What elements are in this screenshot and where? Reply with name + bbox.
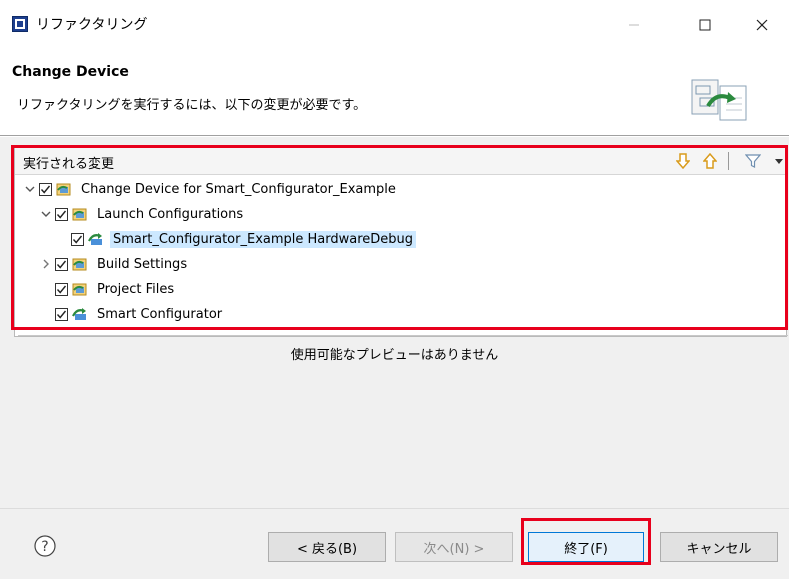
refactor-app-icon [12, 16, 28, 32]
next-change-button[interactable] [673, 151, 693, 171]
close-button[interactable] [740, 8, 784, 42]
tree-item-label: Project Files [97, 281, 175, 297]
tree-item-label: Change Device for Smart_Configurator_Exa… [81, 181, 396, 197]
refactoring-wizard-image [691, 79, 747, 121]
chevron-down-icon[interactable] [23, 182, 37, 196]
launch-config-icon [72, 206, 88, 222]
tree-checkbox[interactable] [55, 307, 68, 321]
maximize-icon [699, 19, 711, 31]
debug-config-icon [88, 231, 104, 247]
tree-item-label: Build Settings [97, 256, 188, 272]
chevron-right-icon[interactable] [39, 257, 53, 271]
button-bar: ? < 戻る(B) 次へ(N) > 終了(F) キャンセル [0, 508, 789, 579]
wizard-body: 実行される変更 Change Device for Smart_Configur… [0, 137, 789, 508]
svg-text:?: ? [41, 539, 48, 555]
tree-checkbox[interactable] [39, 182, 52, 196]
preview-message: 使用可能なプレビューはありません [290, 348, 499, 363]
tree-checkbox[interactable] [55, 257, 68, 271]
changes-panel: 実行される変更 Change Device for Smart_Configur… [14, 146, 787, 337]
close-icon [756, 19, 768, 31]
project-change-icon [56, 181, 72, 197]
next-button[interactable]: 次へ(N) > [395, 532, 513, 562]
arrow-down-icon [676, 153, 690, 169]
page-message: リファクタリングを実行するには、以下の変更が必要です。 [17, 98, 367, 113]
chevron-down-icon[interactable] [39, 207, 53, 221]
finish-button[interactable]: 終了(F) [528, 532, 644, 562]
project-files-icon [72, 281, 88, 297]
page-title: Change Device [12, 64, 129, 80]
smart-configurator-icon [72, 306, 88, 322]
tree-item[interactable]: Smart Configurator [39, 302, 225, 326]
previous-change-button[interactable] [700, 151, 720, 171]
arrow-up-icon [703, 153, 717, 169]
chevron-down-icon [775, 159, 783, 164]
preview-divider [18, 335, 788, 336]
back-button[interactable]: < 戻る(B) [268, 532, 386, 562]
filter-button[interactable] [743, 151, 763, 171]
tree-item[interactable]: Smart_Configurator_Example HardwareDebug [71, 227, 417, 251]
title-bar: リファクタリング [0, 0, 789, 48]
tree-checkbox[interactable] [71, 232, 84, 246]
toolbar-separator [728, 152, 729, 170]
wizard-header: Change Device リファクタリングを実行するには、以下の変更が必要です… [0, 48, 789, 136]
build-settings-icon [72, 256, 88, 272]
tree-item[interactable]: Project Files [39, 277, 177, 301]
minimize-icon [629, 24, 639, 26]
tree-item-label: Launch Configurations [97, 206, 244, 222]
filter-icon [745, 154, 761, 168]
window-title: リファクタリング [36, 17, 148, 33]
tree-item[interactable]: Launch Configurations [39, 202, 246, 226]
tree-checkbox[interactable] [55, 282, 68, 296]
tree-item-label: Smart_Configurator_Example HardwareDebug [110, 230, 417, 248]
tree-item[interactable]: Build Settings [39, 252, 190, 276]
help-icon[interactable]: ? [34, 535, 56, 557]
changes-toolbar: 実行される変更 [15, 147, 786, 175]
changes-title: 実行される変更 [23, 157, 115, 172]
tree-checkbox[interactable] [55, 207, 68, 221]
view-menu-button[interactable] [769, 151, 789, 171]
cancel-button[interactable]: キャンセル [660, 532, 778, 562]
minimize-button[interactable] [612, 8, 656, 42]
tree-item[interactable]: Change Device for Smart_Configurator_Exa… [23, 177, 399, 201]
maximize-button[interactable] [683, 8, 727, 42]
tree-item-label: Smart Configurator [97, 306, 223, 322]
